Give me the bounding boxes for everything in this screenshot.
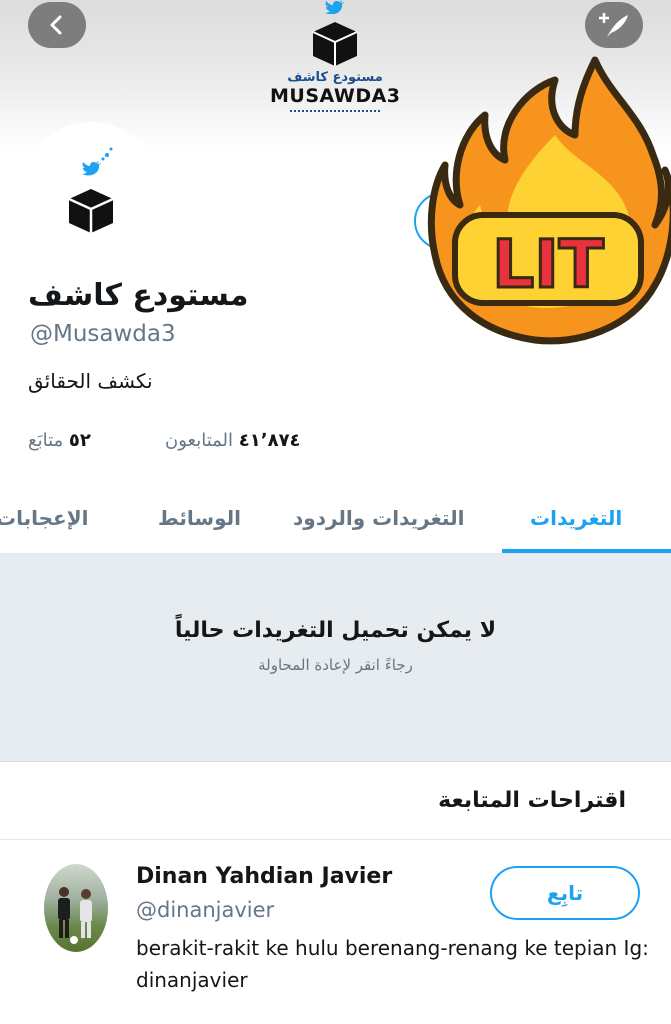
following-label: متابَع (28, 430, 64, 451)
tab-likes[interactable]: الإعجابات (0, 506, 88, 530)
brand-latin: MUSAWDA3 (270, 85, 401, 107)
profile-handle: @Musawda3 (30, 321, 176, 347)
brand-arabic: مستودع كاشف (287, 70, 383, 85)
compose-tweet-icon (599, 13, 628, 37)
suggestions-header: اقتراحات المتابعة (0, 762, 671, 840)
suggestion-avatar[interactable] (44, 864, 108, 952)
profile-bio: نكشف الحقائق (28, 369, 153, 393)
active-tab-indicator (502, 549, 671, 553)
box-logo-icon (312, 22, 358, 66)
tab-tweets-replies[interactable]: التغريدات والردود (293, 506, 464, 530)
lit-text: LIT (492, 226, 604, 303)
empty-state-title: لا يمكن تحميل التغريدات حالياً (174, 618, 497, 643)
twitter-bird-icon (325, 0, 344, 14)
lit-fire-sticker: LIT (427, 56, 671, 345)
compose-tweet-button[interactable] (585, 2, 643, 48)
suggestion-name[interactable]: Dinan Yahdian Javier (136, 864, 392, 889)
suggestions-title: اقتراحات المتابعة (438, 788, 626, 813)
followers-count: ٤١٬٨٧٤ (238, 430, 301, 451)
back-button[interactable] (28, 2, 86, 48)
tab-media[interactable]: الوسائط (158, 506, 241, 530)
tab-tweets[interactable]: التغريدات (530, 506, 622, 530)
suggestion-item[interactable]: Dinan Yahdian Javier @dinanjavier beraki… (0, 840, 671, 1024)
following-count: ٥٢ (68, 430, 91, 451)
profile-name: مستودع كاشف (28, 278, 249, 313)
profile-tabs: التغريدات التغريدات والردود الوسائط الإع… (0, 490, 671, 554)
follow-button[interactable]: تابِع (490, 866, 640, 920)
suggestion-handle: @dinanjavier (136, 898, 275, 922)
suggestion-bio: berakit-rakit ke hulu berenang-renang ke… (136, 936, 649, 992)
players-photo-icon (58, 887, 92, 944)
empty-state-subtitle[interactable]: رجاءً انقر لإعادة المحاولة (0, 656, 671, 674)
box-logo-icon (68, 147, 114, 233)
brand-underline (290, 110, 380, 114)
chevron-left-icon (50, 15, 62, 35)
profile-avatar[interactable] (22, 122, 160, 260)
followers-label: المتابعون (165, 430, 234, 451)
following-stat[interactable]: ٥٢ متابَع (28, 430, 91, 451)
followers-stat[interactable]: ٤١٬٨٧٤ المتابعون (165, 430, 301, 451)
banner-logo: مستودع كاشف MUSAWDA3 (270, 0, 400, 125)
